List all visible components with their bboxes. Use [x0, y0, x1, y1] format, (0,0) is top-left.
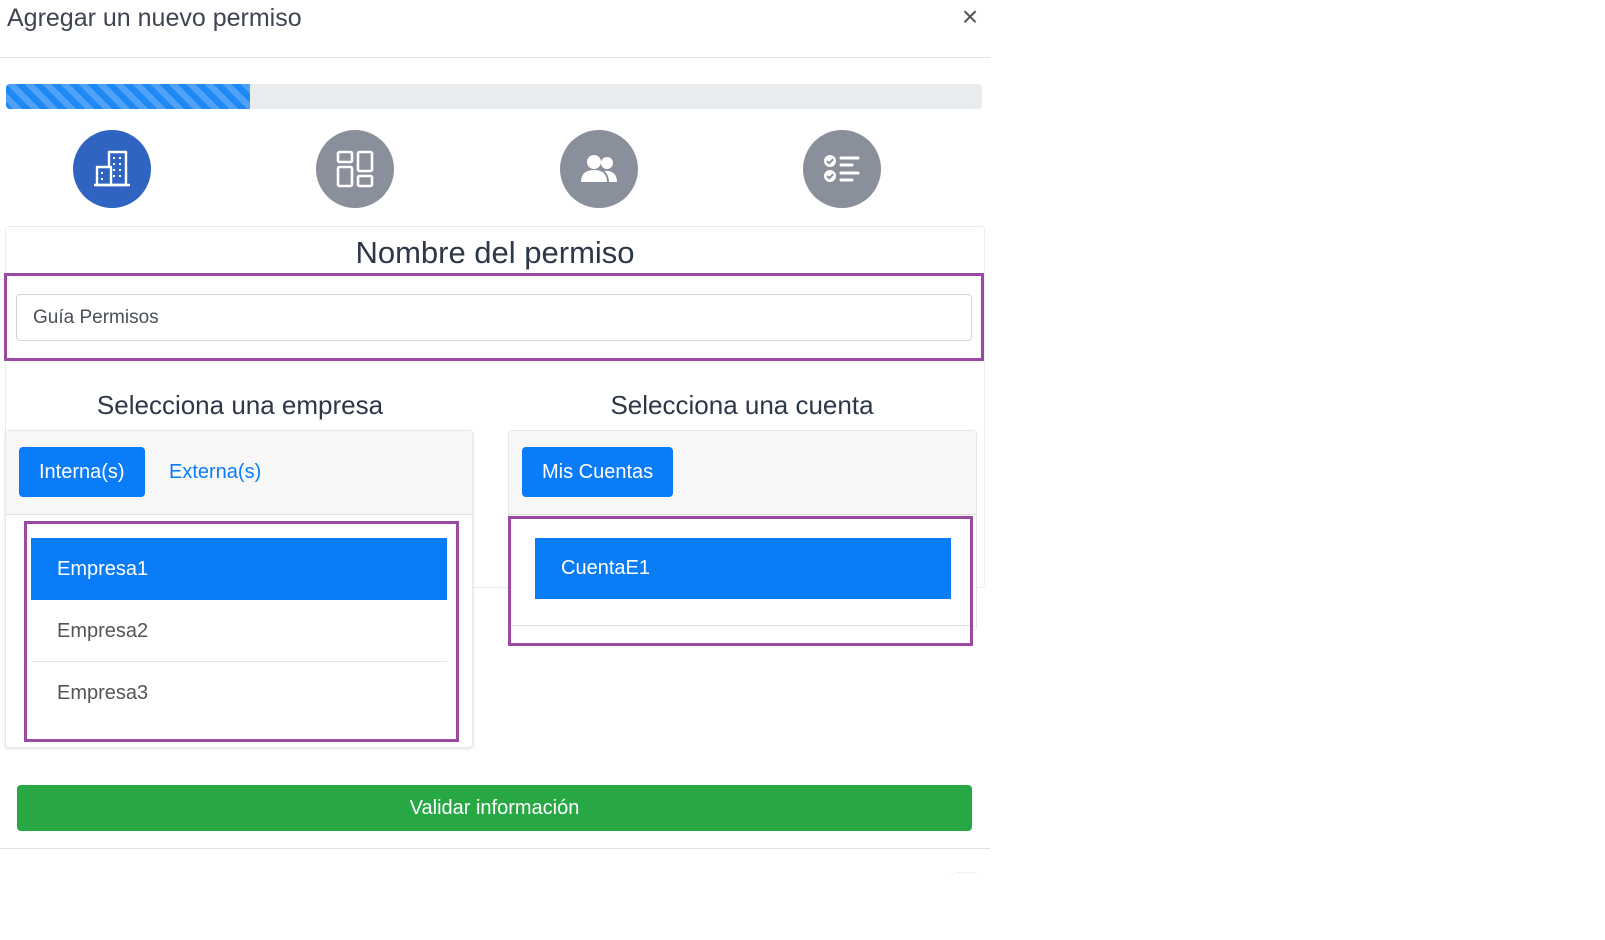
building-icon [94, 150, 130, 187]
add-permission-modal: Agregar un nuevo permiso × Nombre del pe… [0, 0, 990, 873]
permission-name-input[interactable] [16, 294, 972, 341]
account-section-heading: Selecciona una cuenta [610, 390, 874, 420]
footer-decoration [950, 872, 980, 883]
company-tabs: Interna(s) Externa(s) [6, 431, 472, 515]
validate-button[interactable]: Validar información [17, 785, 972, 831]
footer-divider [0, 848, 990, 849]
checklist-icon [824, 155, 860, 182]
step-modules[interactable] [316, 130, 394, 208]
step-company[interactable] [73, 130, 151, 208]
permission-name-heading: Nombre del permiso [355, 235, 635, 270]
step-users[interactable] [560, 130, 638, 208]
users-icon [581, 155, 617, 182]
tab-my-accounts[interactable]: Mis Cuentas [522, 447, 674, 497]
close-icon[interactable]: × [955, 2, 985, 32]
account-tabs: Mis Cuentas [509, 431, 976, 515]
company-list-highlight [24, 521, 459, 742]
wizard-steps [0, 130, 990, 210]
header-divider [0, 57, 990, 58]
company-section-heading: Selecciona una empresa [96, 390, 384, 420]
progress-bar [6, 84, 982, 109]
modal-title: Agregar un nuevo permiso [7, 4, 302, 32]
tab-external[interactable]: Externa(s) [149, 447, 281, 497]
step-checklist[interactable] [803, 130, 881, 208]
tab-internal[interactable]: Interna(s) [19, 447, 145, 497]
account-list-highlight [508, 516, 973, 646]
dashboard-layout-icon [336, 150, 374, 188]
progress-bar-fill [6, 84, 250, 109]
